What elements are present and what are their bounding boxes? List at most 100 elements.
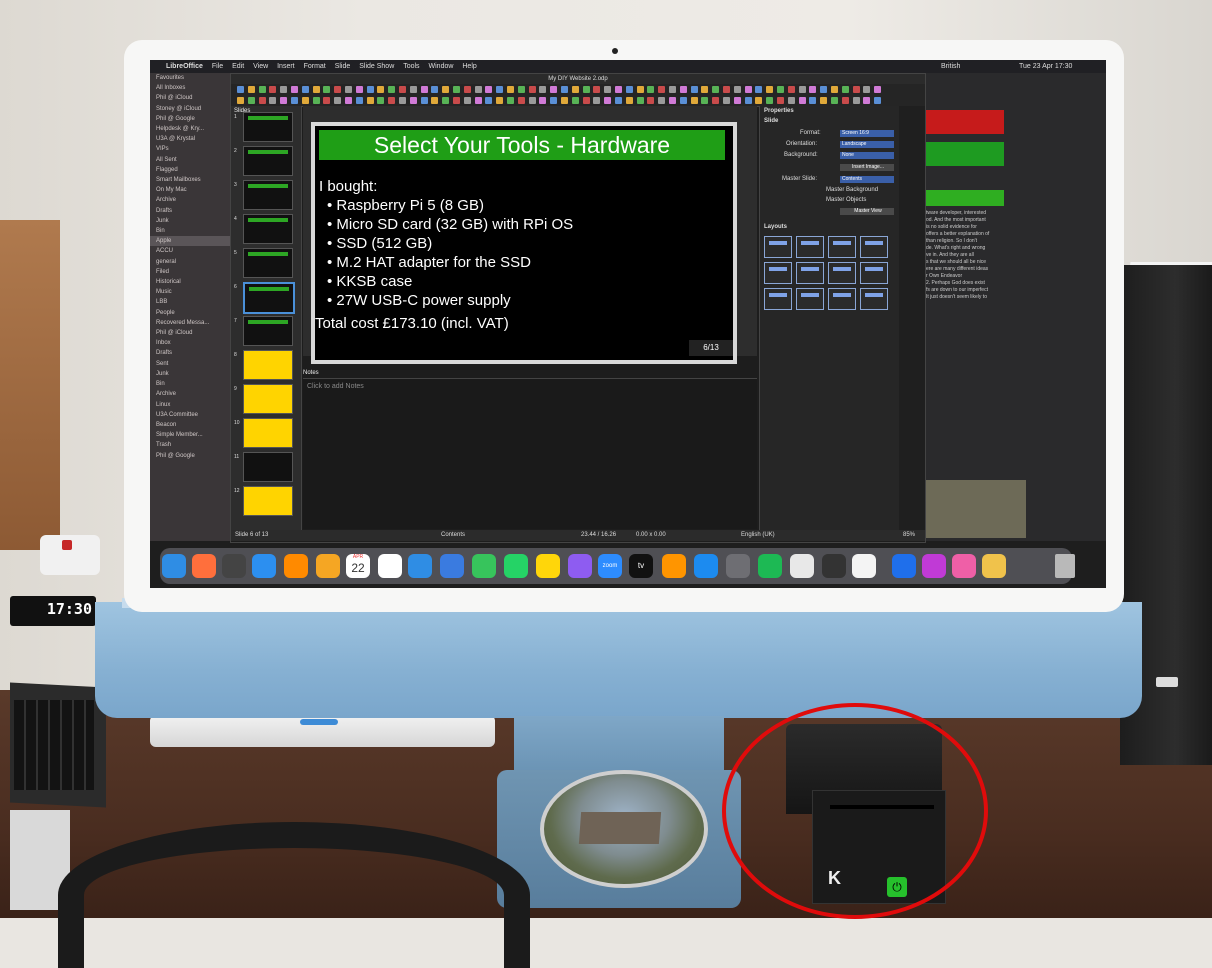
toolbar-button-icon[interactable]: [377, 86, 385, 93]
slide-thumbnail[interactable]: [243, 146, 293, 176]
toolbar-button-icon[interactable]: [453, 86, 460, 93]
toolbar-button-icon[interactable]: [550, 97, 558, 104]
toolbar-button-icon[interactable]: [571, 86, 579, 93]
menubar-input-source[interactable]: British: [941, 60, 960, 73]
mail-sidebar-item[interactable]: Stoney @ iCloud: [150, 104, 230, 114]
current-slide[interactable]: Select Your Tools - Hardware I bought: •…: [311, 122, 737, 364]
slide-thumbnail[interactable]: [243, 418, 293, 448]
layout-option[interactable]: [796, 236, 824, 258]
toolbar-button-icon[interactable]: [852, 97, 860, 104]
bullet-item[interactable]: • Raspberry Pi 5 (8 GB): [327, 197, 484, 214]
trash-icon[interactable]: [1055, 554, 1075, 578]
toolbar-button-icon[interactable]: [539, 86, 547, 93]
slide-section-title[interactable]: Slide: [764, 118, 778, 124]
toolbar-button-icon[interactable]: [852, 86, 860, 93]
toolbar-button-icon[interactable]: [345, 86, 352, 93]
terminal-icon[interactable]: [822, 554, 846, 578]
menu-insert[interactable]: Insert: [277, 60, 295, 73]
layouts-section-title[interactable]: Layouts: [764, 224, 787, 230]
toolbar-button-icon[interactable]: [388, 86, 396, 93]
toolbar-button-icon[interactable]: [690, 86, 698, 93]
toolbar-button-icon[interactable]: [247, 86, 255, 93]
layout-option[interactable]: [860, 236, 888, 258]
toolbar-button-icon[interactable]: [669, 86, 676, 93]
slide-thumbnail[interactable]: [243, 486, 293, 516]
notes-placeholder[interactable]: Click to add Notes: [307, 383, 364, 390]
toolbar-button-icon[interactable]: [647, 86, 655, 93]
mail-sidebar-item[interactable]: Phil @ iCloud: [150, 328, 230, 338]
toolbar-button-icon[interactable]: [658, 97, 666, 104]
mail-sidebar-item[interactable]: Phil @ iCloud: [150, 93, 230, 103]
mail-sidebar-item[interactable]: Junk: [150, 369, 230, 379]
toolbar-button-icon[interactable]: [809, 97, 817, 104]
toolbar-button-icon[interactable]: [733, 97, 741, 104]
bullet-item[interactable]: • M.2 HAT adapter for the SSD: [327, 254, 531, 271]
mail-sidebar-item[interactable]: U3A @ Krystal: [150, 134, 230, 144]
toolbar-button-icon[interactable]: [874, 86, 882, 93]
toolbar-button-icon[interactable]: [291, 86, 298, 93]
toolbar-button-icon[interactable]: [399, 97, 406, 104]
toolbar-button-icon[interactable]: [409, 97, 417, 104]
toolbar-button-icon[interactable]: [312, 97, 320, 104]
toolbar-button-icon[interactable]: [345, 97, 352, 104]
master-objects-checkbox[interactable]: Master Objects: [826, 197, 866, 203]
toolbar-button-icon[interactable]: [291, 97, 298, 104]
mail-sidebar-item[interactable]: Favourites: [150, 73, 230, 83]
slide-title[interactable]: Select Your Tools - Hardware: [319, 130, 725, 160]
slide-thumbnail[interactable]: [243, 282, 295, 314]
slide-heading[interactable]: I bought:: [319, 178, 377, 195]
toolbar-button-icon[interactable]: [528, 97, 536, 104]
toolbar-button-icon[interactable]: [561, 86, 568, 93]
toolbar-button-icon[interactable]: [679, 97, 687, 104]
toolbar-button-icon[interactable]: [420, 97, 428, 104]
toolbar-button-icon[interactable]: [485, 86, 493, 93]
toolbar-button-icon[interactable]: [625, 97, 633, 104]
mail-sidebar-item[interactable]: Linux: [150, 400, 230, 410]
mail-sidebar-item[interactable]: Smart Mailboxes: [150, 175, 230, 185]
mail-sidebar-item[interactable]: Helpdesk @ Kry...: [150, 124, 230, 134]
layout-option[interactable]: [764, 288, 792, 310]
mail-sidebar-item[interactable]: Drafts: [150, 206, 230, 216]
spotify-icon[interactable]: [758, 554, 782, 578]
background-dropdown[interactable]: None: [840, 152, 894, 159]
mail-sidebar-item[interactable]: Flagged: [150, 165, 230, 175]
podcasts-icon[interactable]: [568, 554, 592, 578]
folder-icon[interactable]: [892, 554, 916, 578]
mail-sidebar-item[interactable]: Drafts: [150, 348, 230, 358]
orientation-dropdown[interactable]: Landscape: [840, 141, 894, 148]
toolbar-button-icon[interactable]: [701, 97, 709, 104]
toolbar-button-icon[interactable]: [550, 86, 558, 93]
mission-control-icon[interactable]: [222, 554, 246, 578]
toolbar-button-icon[interactable]: [777, 97, 784, 104]
toolbar-button-icon[interactable]: [787, 97, 795, 104]
mail-sidebar-item[interactable]: Junk: [150, 216, 230, 226]
layout-option[interactable]: [860, 288, 888, 310]
toolbar-button-icon[interactable]: [755, 97, 763, 104]
mail-sidebar-item[interactable]: Apple: [150, 236, 230, 247]
toolbar-button-icon[interactable]: [863, 97, 871, 104]
toolbar-button-icon[interactable]: [777, 86, 784, 93]
toolbar-button-icon[interactable]: [258, 97, 266, 104]
toolbar-button-icon[interactable]: [258, 86, 266, 93]
mail-sidebar-item[interactable]: Sent: [150, 359, 230, 369]
menu-help[interactable]: Help: [462, 60, 476, 73]
contacts-icon[interactable]: [316, 554, 340, 578]
menu-file[interactable]: File: [212, 60, 223, 73]
toolbar-button-icon[interactable]: [474, 86, 482, 93]
mail-sidebar-item[interactable]: Archive: [150, 195, 230, 205]
toolbar-button-icon[interactable]: [636, 97, 644, 104]
toolbar-button-icon[interactable]: [301, 97, 309, 104]
menu-tools[interactable]: Tools: [403, 60, 419, 73]
toolbar-button-icon[interactable]: [604, 97, 612, 104]
toolbar-button-icon[interactable]: [312, 86, 320, 93]
toolbar-button-icon[interactable]: [377, 97, 385, 104]
mail-sidebar-item[interactable]: Trash: [150, 440, 230, 450]
slide-thumbnail[interactable]: [243, 350, 293, 380]
toolbar-button-icon[interactable]: [690, 97, 698, 104]
toolbar-button-icon[interactable]: [820, 97, 828, 104]
toolbar-button-icon[interactable]: [647, 97, 655, 104]
toolbar-button-icon[interactable]: [615, 97, 622, 104]
notes-pane[interactable]: Click to add Notes: [303, 378, 757, 529]
toolbar-button-icon[interactable]: [625, 86, 633, 93]
slide-thumbnail[interactable]: [243, 180, 293, 210]
